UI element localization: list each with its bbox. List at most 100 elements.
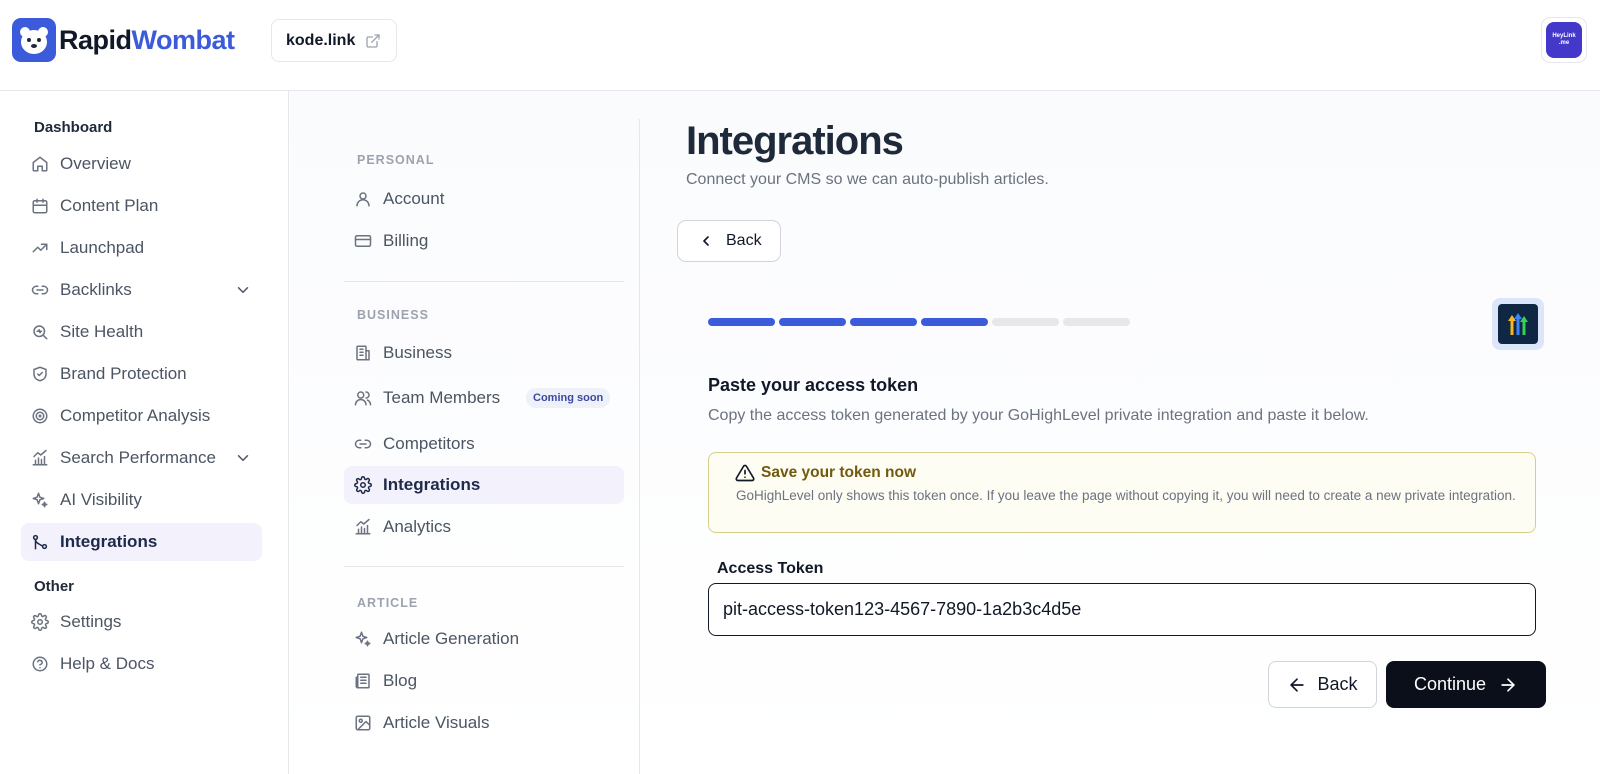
step-description: Copy the access token generated by your … [708, 407, 1369, 424]
sparkles-icon [30, 490, 50, 510]
sidebar-item-integrations[interactable]: Integrations [21, 523, 262, 561]
trending-up-icon [30, 238, 50, 258]
back-button-label: Back [1317, 674, 1358, 694]
sidebar-item-label: Brand Protection [60, 364, 187, 383]
gear-icon [30, 612, 50, 632]
settings-item-article-generation[interactable]: Article Generation [344, 620, 624, 658]
settings-item-competitors[interactable]: Competitors [344, 425, 624, 463]
sidebar-item-content-plan[interactable]: Content Plan [21, 187, 262, 225]
sidebar-item-label: Competitor Analysis [60, 406, 211, 425]
coming-soon-badge: Coming soon [526, 388, 611, 408]
brand-name: RapidWombat [59, 25, 235, 56]
git-merge-icon [30, 532, 50, 552]
progress-segment [850, 318, 917, 326]
sidebar-item-launchpad[interactable]: Launchpad [21, 229, 262, 267]
back-button[interactable]: Back [1268, 661, 1377, 708]
alert-title: Save your token now [761, 464, 917, 481]
back-button-label: Back [726, 232, 762, 249]
sidebar-item-help-docs[interactable]: Help & Docs [21, 645, 262, 683]
sidebar-item-backlinks[interactable]: Backlinks [21, 271, 262, 309]
gear-icon [353, 475, 373, 495]
newspaper-icon [353, 671, 373, 691]
wizard-progress [708, 318, 1134, 326]
bar-chart-icon [30, 448, 50, 468]
sidebar-item-settings[interactable]: Settings [21, 603, 262, 641]
settings-item-blog[interactable]: Blog [344, 662, 624, 700]
sidebar-item-label: Site Health [60, 322, 144, 341]
settings-item-integrations[interactable]: Integrations [344, 466, 624, 504]
sidebar-item-label: Help & Docs [60, 654, 155, 673]
shield-check-icon [30, 364, 50, 384]
main-content: PERSONAL Account Billing BUSINESS Busine… [290, 91, 1600, 774]
brand-name-part2: Wombat [131, 24, 236, 55]
settings-item-label: Article Visuals [383, 713, 490, 732]
settings-item-label: Analytics [383, 517, 452, 536]
access-token-input[interactable] [708, 583, 1536, 636]
settings-item-label: Blog [383, 671, 418, 690]
warning-triangle-icon [735, 463, 755, 488]
site-label: kode.link [286, 31, 356, 49]
access-token-label: Access Token [717, 560, 824, 577]
site-selector[interactable]: kode.link [271, 19, 397, 62]
settings-vertical-divider [639, 119, 640, 774]
arrow-right-icon [1498, 675, 1518, 695]
continue-button-label: Continue [1413, 674, 1487, 694]
users-icon [353, 388, 373, 408]
settings-item-article-visuals[interactable]: Article Visuals [344, 704, 624, 742]
page-title: Integrations [686, 119, 904, 163]
user-avatar[interactable]: HeyLink .me [1541, 17, 1587, 63]
progress-segment [1063, 318, 1130, 326]
progress-segment [921, 318, 988, 326]
user-icon [353, 189, 373, 209]
target-icon [30, 406, 50, 426]
sidebar-item-label: Backlinks [60, 280, 132, 299]
sidebar-item-label: Overview [60, 154, 131, 173]
home-icon [30, 154, 50, 174]
brand-logo[interactable]: RapidWombat [12, 18, 235, 62]
avatar-text-1: HeyLink [1552, 33, 1576, 40]
page-subtitle: Connect your CMS so we can auto-publish … [686, 171, 1049, 188]
back-button-top[interactable]: Back [677, 220, 781, 262]
gohighlevel-logo [1492, 298, 1544, 350]
credit-card-icon [353, 231, 373, 251]
sidebar: Dashboard Overview Content Plan Launchpa… [0, 91, 289, 774]
building-icon [353, 343, 373, 363]
sidebar-item-overview[interactable]: Overview [21, 145, 262, 183]
settings-item-team-members[interactable]: Team Members Coming soon [344, 379, 624, 417]
settings-group-business: BUSINESS [357, 308, 429, 322]
settings-item-label: Integrations [383, 475, 481, 494]
sidebar-item-brand-protection[interactable]: Brand Protection [21, 355, 262, 393]
sidebar-item-competitor-analysis[interactable]: Competitor Analysis [21, 397, 262, 435]
chevron-down-icon[interactable] [234, 449, 252, 472]
sidebar-item-search-performance[interactable]: Search Performance [21, 439, 262, 477]
wombat-logo-icon [12, 18, 56, 62]
settings-item-label: Account [383, 189, 445, 208]
sparkles-icon [353, 629, 373, 649]
sidebar-item-label: Search Performance [60, 448, 216, 467]
top-bar: RapidWombat kode.link HeyLink .me [0, 0, 1600, 91]
sidebar-section-other: Other [34, 578, 75, 595]
external-link-icon[interactable] [365, 33, 381, 49]
sidebar-item-site-health[interactable]: Site Health [21, 313, 262, 351]
progress-segment [992, 318, 1059, 326]
settings-nav: PERSONAL Account Billing BUSINESS Busine… [344, 91, 644, 774]
chevron-down-icon[interactable] [234, 281, 252, 304]
sidebar-item-label: Settings [60, 612, 122, 631]
settings-divider [344, 566, 624, 567]
settings-group-personal: PERSONAL [357, 153, 435, 167]
chevron-left-icon [698, 233, 714, 249]
settings-item-label: Billing [383, 231, 429, 250]
avatar-text-2: .me [1558, 40, 1570, 46]
continue-button[interactable]: Continue [1386, 661, 1546, 708]
bar-chart-icon [353, 517, 373, 537]
alert-body: GoHighLevel only shows this token once. … [736, 488, 1516, 503]
settings-item-label: Article Generation [383, 629, 520, 648]
settings-item-business[interactable]: Business [344, 334, 624, 372]
settings-item-analytics[interactable]: Analytics [344, 508, 624, 546]
settings-item-account[interactable]: Account [344, 180, 624, 218]
sidebar-item-label: Integrations [60, 532, 158, 551]
settings-item-billing[interactable]: Billing [344, 222, 624, 260]
settings-group-article: ARTICLE [357, 596, 419, 610]
sidebar-item-ai-visibility[interactable]: AI Visibility [21, 481, 262, 519]
help-circle-icon [30, 654, 50, 674]
